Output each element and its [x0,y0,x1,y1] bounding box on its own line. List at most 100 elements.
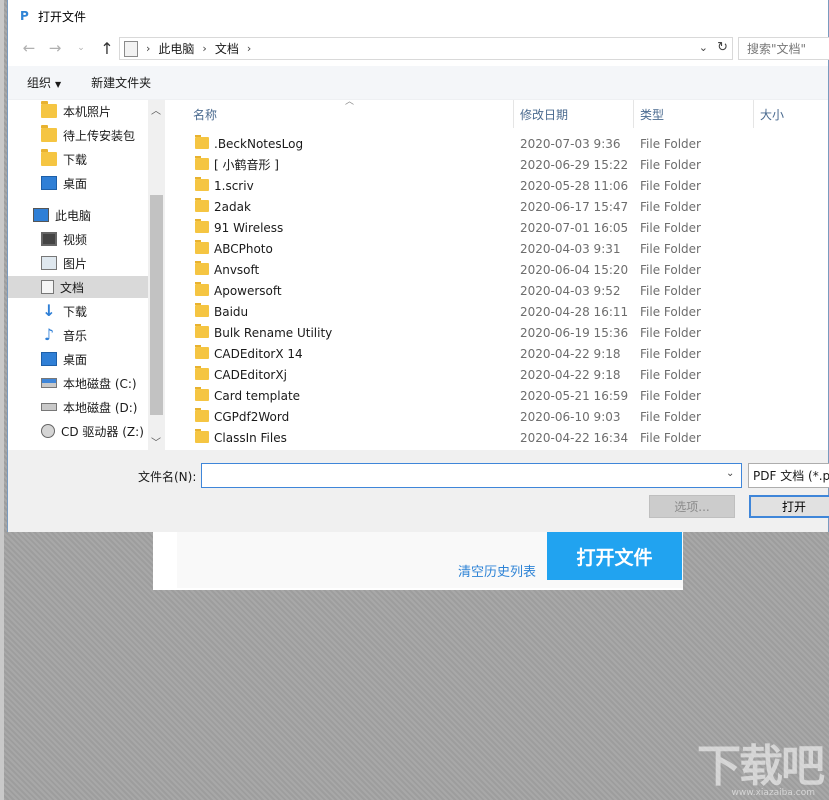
file-row[interactable]: ClassIn Files 2020-04-22 16:34 File Fold… [165,427,829,448]
folder-icon [41,149,57,166]
file-row[interactable]: Anvsoft 2020-06-04 15:20 File Folder [165,259,829,280]
file-modified: 2020-04-03 9:31 [520,241,621,256]
document-icon [41,280,54,294]
tree-item-drive-c[interactable]: 本地磁盘 (C:) [8,372,148,394]
file-modified: 2020-05-28 11:06 [520,178,629,193]
file-row[interactable]: [ 小鹤音形 ] 2020-06-29 15:22 File Folder [165,154,829,175]
file-type: File Folder [640,430,701,445]
column-header-type[interactable]: 类型 [640,106,664,123]
tree-item-drive-d[interactable]: 本地磁盘 (D:) [8,396,148,418]
document-location-icon [124,40,138,57]
tree-item-desktop[interactable]: 桌面 [8,348,148,370]
file-row[interactable]: Bulk Rename Utility 2020-06-19 15:36 Fil… [165,322,829,343]
file-row[interactable]: CADEditorX 14 2020-04-22 9:18 File Folde… [165,343,829,364]
options-button[interactable]: 选项... [649,495,735,518]
column-header-modified[interactable]: 修改日期 [520,106,568,123]
open-file-button-bg[interactable]: 打开文件 [547,532,682,580]
folder-icon [195,198,209,212]
file-type: File Folder [640,283,701,298]
file-modified: 2020-06-17 15:47 [520,199,629,214]
folder-icon [195,240,209,254]
file-row[interactable]: Apowersoft 2020-04-03 9:52 File Folder [165,280,829,301]
filename-input[interactable] [201,463,742,488]
file-name: 2adak [214,199,251,214]
file-row[interactable]: Baidu 2020-04-28 16:11 File Folder [165,301,829,322]
column-divider[interactable] [753,100,754,128]
column-header-name[interactable]: 名称 [193,106,217,123]
file-row[interactable]: 91 Wireless 2020-07-01 16:05 File Folder [165,217,829,238]
watermark-url: www.xiazaiba.com [731,788,815,798]
new-folder-button[interactable]: 新建文件夹 [91,74,151,91]
search-input[interactable]: 搜索"文档" [738,37,829,60]
drive-icon [41,403,57,411]
file-type: File Folder [640,388,701,403]
scroll-down-icon[interactable]: ﹀ [151,434,161,449]
sort-ascending-icon: ︿ [345,97,355,107]
tree-item-desktop-quick[interactable]: 桌面 [8,172,148,194]
file-name: Baidu [214,304,249,319]
breadcrumb-documents[interactable]: 文档 [215,40,239,57]
scrollbar-thumb[interactable] [150,195,163,415]
dialog-footer: 文件名(N): ⌄ PDF 文档 (*.pdf) 选项... 打开 [8,450,829,532]
open-button[interactable]: 打开 [749,495,829,518]
file-name: 91 Wireless [214,220,284,235]
folder-icon [195,282,209,296]
file-name: Anvsoft [214,262,260,277]
tree-item-videos[interactable]: 视频 [8,228,148,250]
tree-item-label: 本机照片 [63,104,112,119]
tree-item-cd-drive[interactable]: CD 驱动器 (Z:) [8,420,148,442]
refresh-icon[interactable]: ↻ [717,40,728,55]
clear-history-link[interactable]: 清空历史列表 [458,561,536,580]
filetype-select[interactable]: PDF 文档 (*.pdf) [748,463,829,488]
file-modified: 2020-06-29 15:22 [520,157,629,172]
breadcrumb-separator-icon[interactable]: › [146,42,150,55]
back-arrow-icon[interactable]: ← [16,39,42,57]
breadcrumb-separator-icon[interactable]: › [247,42,251,55]
file-modified: 2020-06-04 15:20 [520,262,629,277]
chevron-down-icon[interactable]: ⌄ [68,43,94,53]
tree-item-downloads[interactable]: ↓ 下载 [8,300,148,322]
video-icon [41,232,57,246]
file-row[interactable]: CADEditorXj 2020-04-22 9:18 File Folder [165,364,829,385]
command-toolbar: 组织 ▼ 新建文件夹 [8,66,828,100]
file-row[interactable]: ABCPhoto 2020-04-03 9:31 File Folder [165,238,829,259]
tree-item-music[interactable]: ♪ 音乐 [8,324,148,346]
up-arrow-icon[interactable]: ↑ [94,39,120,58]
file-modified: 2020-04-22 9:18 [520,367,621,382]
file-name: 1.scriv [214,178,254,193]
tree-item-pending-packages[interactable]: 待上传安装包 [8,124,148,146]
tree-item-documents[interactable]: 文档 [8,276,148,298]
tree-item-local-photos[interactable]: 本机照片 [8,100,148,122]
tree-item-downloads-quick[interactable]: 下载 [8,148,148,170]
file-modified: 2020-04-28 16:11 [520,304,629,319]
file-row[interactable]: .BeckNotesLog 2020-07-03 9:36 File Folde… [165,133,829,154]
folder-icon [195,324,209,338]
file-row[interactable]: 2adak 2020-06-17 15:47 File Folder [165,196,829,217]
file-type: File Folder [640,199,701,214]
file-row[interactable]: 1.scriv 2020-05-28 11:06 File Folder [165,175,829,196]
forward-arrow-icon[interactable]: → [42,39,68,57]
tree-item-pictures[interactable]: 图片 [8,252,148,274]
address-bar[interactable]: › 此电脑 › 文档 › ⌄ ↻ [119,37,733,60]
tree-item-label: CD 驱动器 (Z:) [61,424,144,439]
folder-icon [195,135,209,149]
tree-item-label: 下载 [63,304,88,319]
scroll-up-icon[interactable]: ︿ [151,102,161,117]
breadcrumb-separator-icon[interactable]: › [202,42,206,55]
file-name: CADEditorX 14 [214,346,303,361]
file-name: Card template [214,388,301,403]
file-modified: 2020-04-22 16:34 [520,430,629,445]
address-dropdown-icon[interactable]: ⌄ [699,41,708,54]
column-header-size[interactable]: 大小 [760,106,784,123]
column-divider[interactable] [633,100,634,128]
file-row[interactable]: Card template 2020-05-21 16:59 File Fold… [165,385,829,406]
column-divider[interactable] [513,100,514,128]
navigation-pane-scrollbar[interactable]: ︿ ﹀ [148,100,165,450]
file-row[interactable]: CGPdf2Word 2020-06-10 9:03 File Folder [165,406,829,427]
breadcrumb-this-pc[interactable]: 此电脑 [158,40,194,57]
tree-item-label: 图片 [63,256,88,271]
folder-icon [195,345,209,359]
organize-button[interactable]: 组织 ▼ [27,74,61,91]
tree-item-this-pc[interactable]: 此电脑 [8,204,148,226]
drive-icon [41,378,57,388]
